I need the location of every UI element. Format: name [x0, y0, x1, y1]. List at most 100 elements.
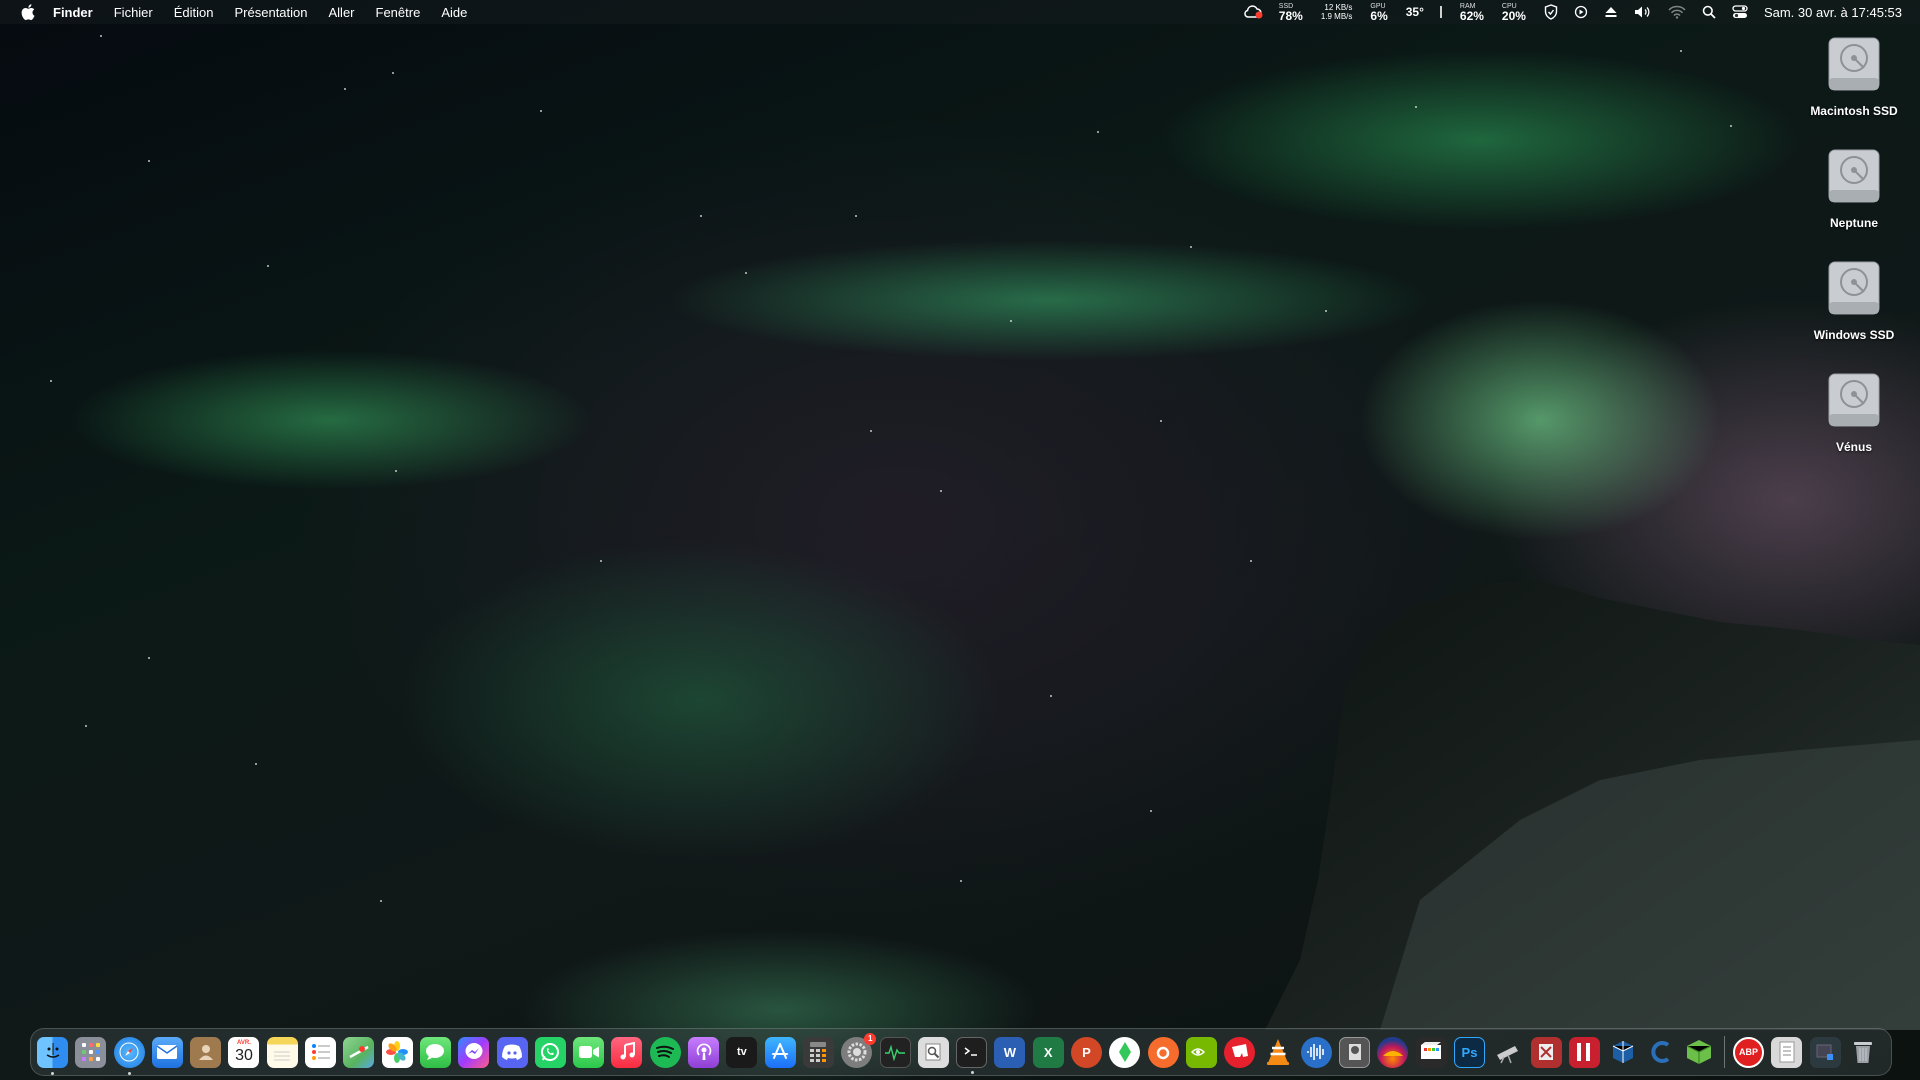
menubar-clock[interactable]: Sam. 30 avr. à 17:45:53: [1764, 5, 1902, 20]
mountain-silhouette: [1265, 580, 1920, 1030]
cpu-stat[interactable]: CPU 20%: [1502, 3, 1526, 22]
nvidia-icon[interactable]: [1185, 1036, 1217, 1068]
cpu-label: CPU: [1501, 2, 1517, 10]
virtualbox-icon[interactable]: [1607, 1037, 1638, 1068]
vlc-icon[interactable]: [1263, 1037, 1294, 1068]
calendar-icon[interactable]: AVR. 30: [228, 1036, 260, 1068]
eject-icon[interactable]: [1604, 6, 1618, 18]
network-stat[interactable]: 12 KB/s 1.9 MB/s: [1321, 3, 1353, 21]
spotify-icon[interactable]: [649, 1036, 681, 1068]
music-icon[interactable]: [611, 1036, 643, 1068]
appstore-icon[interactable]: [764, 1036, 796, 1068]
settings-badge: 1: [864, 1032, 877, 1045]
ram-label: RAM: [1459, 2, 1476, 10]
maps-icon[interactable]: [343, 1036, 375, 1068]
preview-icon[interactable]: [917, 1036, 949, 1068]
calendar-month: AVR.: [237, 1040, 251, 1046]
dock-separator: [1724, 1036, 1726, 1068]
document-icon[interactable]: [1771, 1036, 1803, 1068]
gpu-stat[interactable]: GPU 6%: [1370, 3, 1387, 22]
desktop: Finder Fichier Édition Présentation Alle…: [0, 0, 1920, 1080]
search-icon[interactable]: [1702, 5, 1716, 19]
safari-icon[interactable]: [113, 1036, 145, 1075]
mail-icon[interactable]: [151, 1036, 183, 1068]
ssd-label: SSD: [1278, 2, 1294, 10]
cpu-value: 20%: [1501, 8, 1526, 23]
sims-icon[interactable]: [1109, 1036, 1141, 1068]
whatsapp-icon[interactable]: [534, 1036, 566, 1068]
appletv-icon[interactable]: tv: [726, 1036, 758, 1068]
ram-stat[interactable]: RAM 62%: [1460, 3, 1484, 22]
messages-icon[interactable]: [419, 1036, 451, 1068]
hard-drive-icon: [1824, 370, 1884, 432]
finalcut-icon[interactable]: [1415, 1036, 1447, 1068]
discord-icon[interactable]: [496, 1036, 528, 1068]
menu-presentation[interactable]: Présentation: [235, 5, 308, 20]
gpu-label: GPU: [1370, 2, 1386, 10]
fan-icon[interactable]: [1438, 5, 1444, 19]
contacts-icon[interactable]: [190, 1036, 222, 1068]
volume-venus[interactable]: Vénus: [1794, 370, 1914, 454]
volume-label: Windows SSD: [1813, 328, 1895, 342]
shield-icon[interactable]: [1544, 4, 1558, 20]
weather-icon[interactable]: [1377, 1036, 1409, 1068]
volume-label: Vénus: [1835, 440, 1872, 454]
volume-neptune[interactable]: Neptune: [1794, 146, 1914, 230]
ssd-stat[interactable]: SSD 78%: [1279, 3, 1303, 22]
tool-icon[interactable]: [1530, 1036, 1562, 1068]
ram-value: 62%: [1459, 8, 1484, 23]
temperature-value[interactable]: 35°: [1406, 5, 1424, 19]
podcasts-icon[interactable]: [688, 1036, 720, 1068]
volume-icon[interactable]: [1634, 5, 1652, 19]
volume-windows-ssd[interactable]: Windows SSD: [1794, 258, 1914, 342]
excel-icon[interactable]: X: [1032, 1036, 1064, 1068]
active-app-name[interactable]: Finder: [53, 5, 93, 20]
telescope-icon[interactable]: [1492, 1037, 1523, 1068]
volume-macintosh-ssd[interactable]: Macintosh SSD: [1794, 34, 1914, 118]
photoshop-icon[interactable]: Ps: [1453, 1036, 1485, 1068]
menu-edition[interactable]: Édition: [174, 5, 214, 20]
calculator-icon[interactable]: [802, 1036, 834, 1068]
photos-icon[interactable]: [381, 1036, 413, 1068]
box-icon[interactable]: [1684, 1037, 1715, 1068]
gpu-value: 6%: [1370, 8, 1388, 23]
menu-bar: Finder Fichier Édition Présentation Alle…: [0, 0, 1920, 24]
control-center-icon[interactable]: [1732, 5, 1748, 19]
terminal-icon[interactable]: [956, 1036, 988, 1074]
volume-label: Macintosh SSD: [1810, 104, 1898, 118]
play-icon[interactable]: [1574, 5, 1588, 19]
menu-fenetre[interactable]: Fenêtre: [376, 5, 421, 20]
trash-icon[interactable]: [1848, 1037, 1879, 1068]
finder-icon[interactable]: [37, 1036, 68, 1075]
utility-icon[interactable]: [1339, 1036, 1371, 1068]
powerpoint-icon[interactable]: P: [1071, 1036, 1103, 1068]
parallels-icon[interactable]: [1568, 1036, 1600, 1068]
volume-label: Neptune: [1830, 216, 1878, 230]
menu-aller[interactable]: Aller: [329, 5, 355, 20]
origin-icon[interactable]: [1147, 1036, 1179, 1068]
apple-menu-icon[interactable]: [21, 4, 37, 20]
launchpad-icon[interactable]: [75, 1036, 107, 1068]
adblock-icon[interactable]: ABP: [1733, 1036, 1765, 1068]
ssd-value: 78%: [1278, 8, 1303, 23]
ccleaner-icon[interactable]: [1645, 1037, 1676, 1068]
activity-monitor-icon[interactable]: [879, 1036, 911, 1068]
word-icon[interactable]: W: [994, 1036, 1026, 1068]
hard-drive-icon: [1824, 146, 1884, 208]
wifi-icon[interactable]: [1668, 5, 1686, 19]
riot-icon[interactable]: [1224, 1036, 1256, 1068]
facetime-icon[interactable]: [573, 1036, 605, 1068]
network-download: 1.9 MB/s: [1320, 12, 1353, 21]
calendar-day: 30: [235, 1047, 253, 1064]
network-upload: 12 KB/s: [1324, 3, 1353, 12]
menu-aide[interactable]: Aide: [441, 5, 467, 20]
reminders-icon[interactable]: [305, 1036, 337, 1068]
notes-icon[interactable]: [266, 1036, 298, 1068]
cloud-status-icon[interactable]: [1243, 5, 1263, 19]
menu-fichier[interactable]: Fichier: [114, 5, 153, 20]
downloads-icon[interactable]: [1809, 1036, 1841, 1068]
settings-icon[interactable]: 1: [841, 1032, 877, 1068]
dock: AVR. 30 tv 1 W X P Ps ABP: [30, 1028, 1892, 1076]
audio-icon[interactable]: [1300, 1036, 1332, 1068]
messenger-icon[interactable]: [458, 1036, 490, 1068]
